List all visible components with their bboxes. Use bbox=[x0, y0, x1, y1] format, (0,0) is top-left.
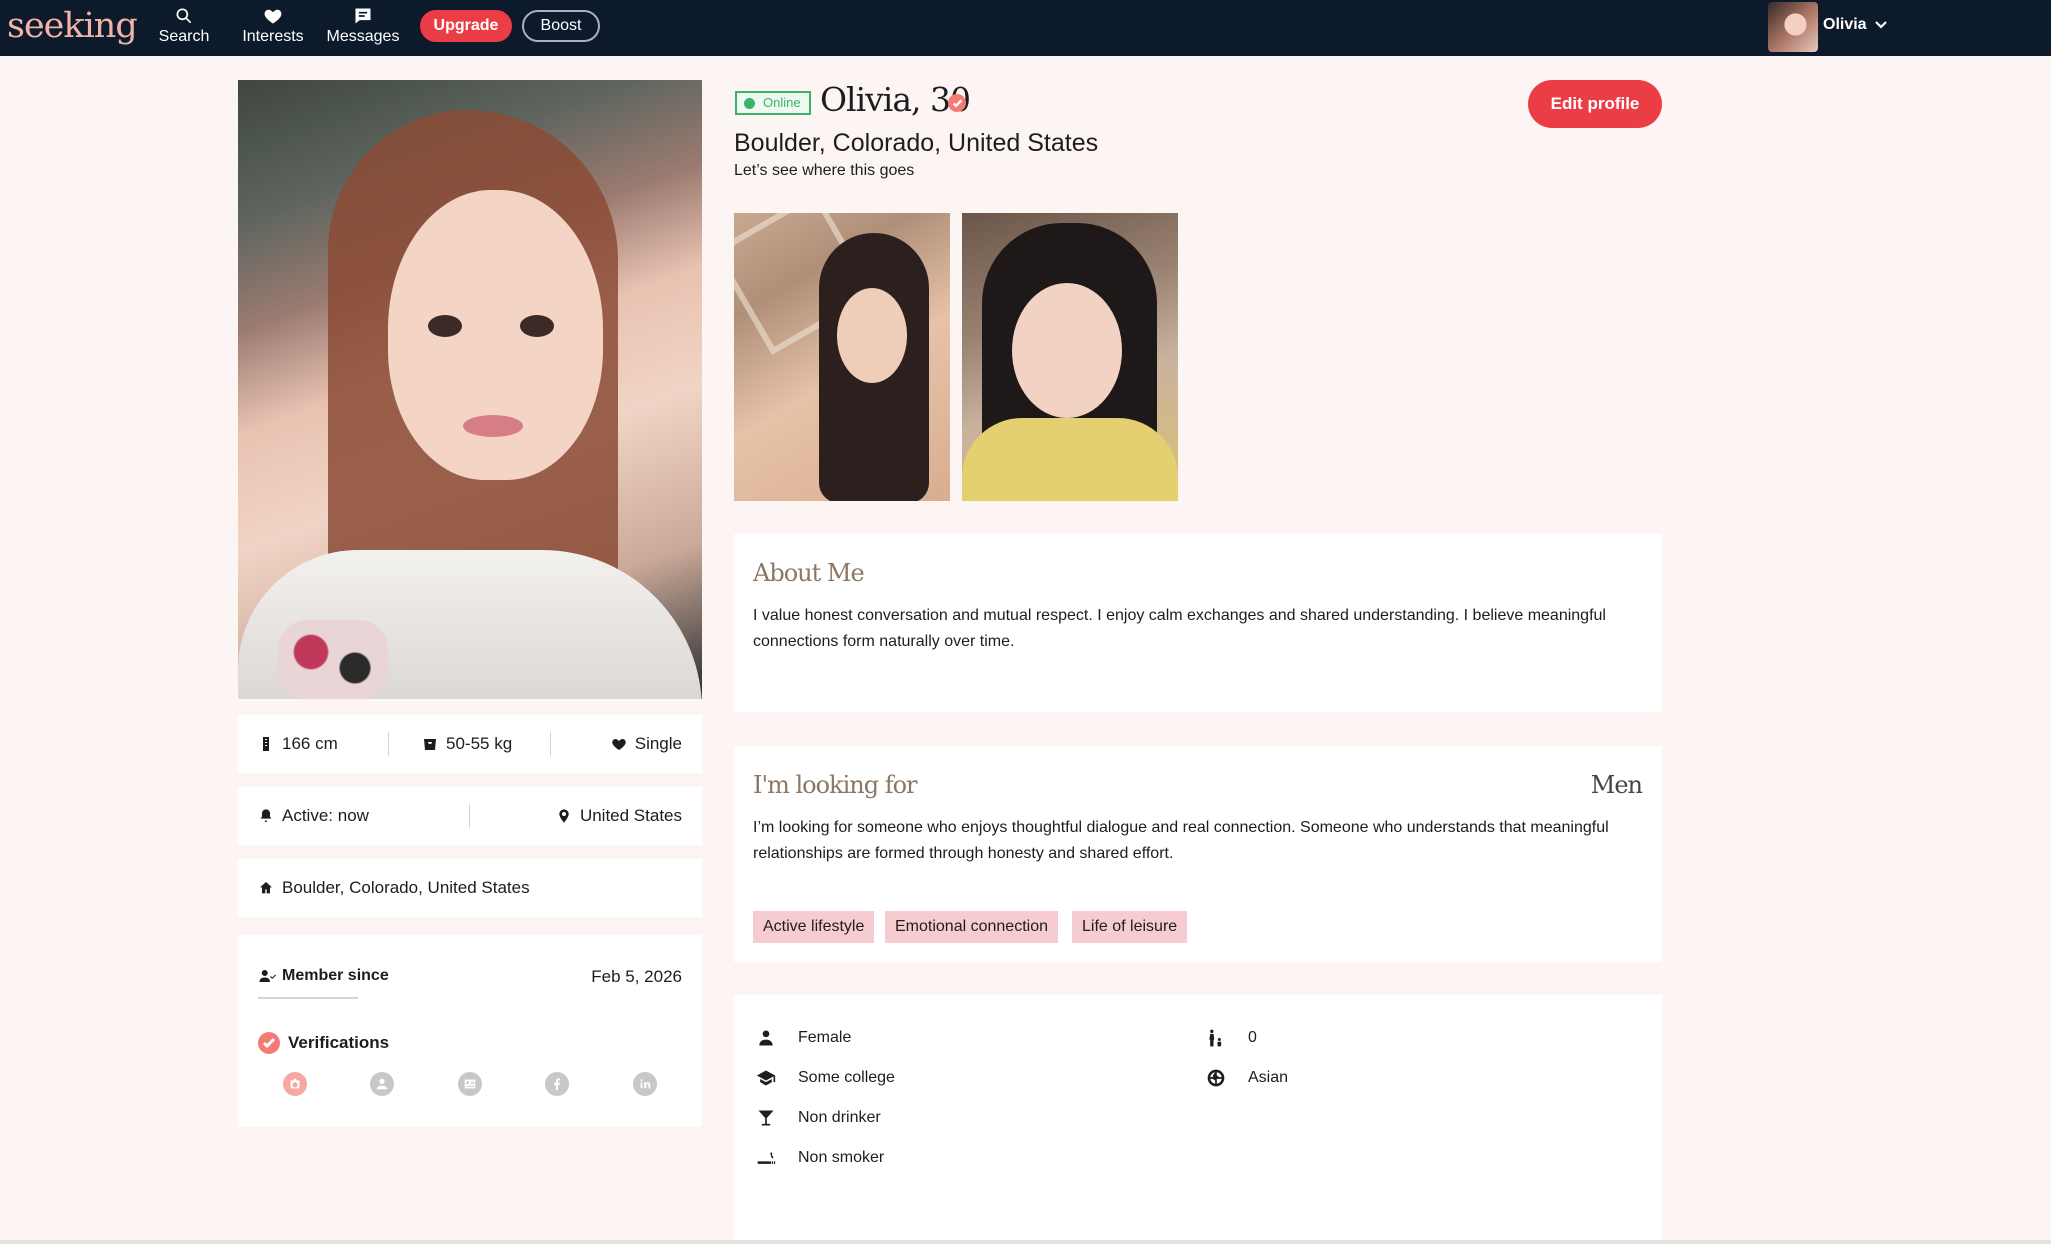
chevron-down-icon[interactable] bbox=[1874, 17, 1888, 31]
heart-icon bbox=[228, 5, 318, 27]
detail-smoking: Non smoker bbox=[756, 1148, 884, 1168]
about-me-card: About Me I value honest conversation and… bbox=[734, 534, 1662, 712]
message-icon bbox=[318, 5, 408, 27]
detail-education: Some college bbox=[756, 1068, 895, 1088]
photo-verification-icon[interactable] bbox=[283, 1072, 307, 1096]
verified-check-icon bbox=[948, 94, 966, 112]
tag-active-lifestyle[interactable]: Active lifestyle bbox=[753, 911, 875, 943]
seeking-logo[interactable]: seeking bbox=[7, 6, 138, 46]
cigarette-icon bbox=[757, 1152, 776, 1164]
nav-messages-label: Messages bbox=[326, 28, 400, 45]
detail-smoking-value: Non smoker bbox=[798, 1149, 885, 1166]
weight-value: 50-55 kg bbox=[446, 734, 513, 753]
linkedin-icon[interactable] bbox=[633, 1072, 657, 1096]
tag-life-of-leisure[interactable]: Life of leisure bbox=[1072, 911, 1188, 943]
member-since-date: Feb 5, 2026 bbox=[591, 967, 682, 986]
looking-for-title: I'm looking for bbox=[753, 771, 918, 799]
activity-card: Active: now United States bbox=[238, 787, 702, 845]
online-status-badge: Online bbox=[735, 91, 811, 115]
height-stat: 166 cm bbox=[258, 734, 338, 754]
home-stat: Boulder, Colorado, United States bbox=[258, 878, 530, 898]
upgrade-button[interactable]: Upgrade bbox=[420, 10, 512, 42]
nav-interests[interactable]: Interests bbox=[228, 5, 318, 47]
membership-card: Member since Feb 5, 2026 Verifications bbox=[238, 935, 702, 1127]
about-me-title: About Me bbox=[753, 559, 865, 587]
member-icon bbox=[259, 970, 276, 982]
nav-messages[interactable]: Messages bbox=[318, 5, 408, 47]
home-location-card: Boulder, Colorado, United States bbox=[238, 859, 702, 917]
location-pin-icon bbox=[559, 809, 569, 823]
height-value: 166 cm bbox=[282, 734, 338, 753]
ruler-icon bbox=[263, 737, 269, 751]
detail-ethnicity: Asian bbox=[1206, 1068, 1288, 1088]
verifications-label: Verifications bbox=[258, 1032, 389, 1054]
divider bbox=[469, 804, 470, 828]
detail-gender: Female bbox=[756, 1028, 851, 1048]
profile-location: Boulder, Colorado, United States bbox=[734, 129, 1099, 157]
home-icon bbox=[260, 882, 272, 894]
scale-icon bbox=[424, 739, 436, 750]
country-value: United States bbox=[579, 806, 682, 825]
active-value: Active: now bbox=[282, 806, 369, 825]
detail-drinking: Non drinker bbox=[756, 1108, 881, 1128]
detail-education-value: Some college bbox=[798, 1069, 895, 1086]
nav-search-label: Search bbox=[158, 28, 210, 45]
page-bottom-border bbox=[0, 1240, 2051, 1244]
cocktail-glass-icon bbox=[758, 1110, 774, 1126]
photo-shirt-print bbox=[278, 620, 388, 699]
verified-check-icon bbox=[258, 1032, 280, 1054]
nav-search[interactable]: Search bbox=[139, 5, 229, 47]
looking-for-text: I’m looking for someone who enjoys thoug… bbox=[753, 819, 1609, 862]
detail-children: 0 bbox=[1206, 1028, 1257, 1048]
looking-for-gender: Men bbox=[1590, 771, 1643, 799]
top-navigation-bar: seeking Search Interests Messages Upgrad… bbox=[0, 0, 2051, 56]
thumb-shirt bbox=[962, 418, 1178, 501]
relationship-value: Single bbox=[634, 734, 682, 753]
weight-stat: 50-55 kg bbox=[422, 734, 512, 754]
looking-for-card: I'm looking for Men I’m looking for some… bbox=[734, 746, 1662, 962]
gallery-photo-1[interactable] bbox=[734, 213, 950, 501]
about-me-text: I value honest conversation and mutual r… bbox=[753, 607, 1606, 650]
main-profile-photo[interactable] bbox=[238, 80, 702, 699]
id-verification-icon[interactable] bbox=[458, 1072, 482, 1096]
user-name: Olivia bbox=[1823, 16, 1867, 33]
gallery-photo-2[interactable] bbox=[962, 213, 1178, 501]
person-icon bbox=[759, 1030, 773, 1046]
detail-drinking-value: Non drinker bbox=[798, 1109, 881, 1126]
profile-tagline: Let’s see where this goes bbox=[734, 162, 915, 179]
thumb-face bbox=[837, 288, 907, 383]
photo-eye-right bbox=[520, 315, 554, 337]
nav-interests-label: Interests bbox=[242, 28, 304, 45]
bell-icon bbox=[260, 809, 272, 822]
home-value: Boulder, Colorado, United States bbox=[282, 878, 530, 897]
thumb-face bbox=[1012, 283, 1122, 418]
profile-verification-icon[interactable] bbox=[370, 1072, 394, 1096]
details-card: Female Some college Non drinker Non smok… bbox=[734, 995, 1662, 1240]
body-stats-card: 166 cm 50-55 kg Single bbox=[238, 715, 702, 773]
globe-icon bbox=[1207, 1069, 1225, 1087]
detail-gender-value: Female bbox=[798, 1029, 852, 1046]
divider bbox=[388, 732, 389, 756]
avatar[interactable] bbox=[1768, 2, 1818, 52]
tag-emotional-connection[interactable]: Emotional connection bbox=[885, 911, 1058, 943]
member-since-text: Member since bbox=[282, 967, 389, 984]
search-icon bbox=[139, 5, 229, 27]
detail-ethnicity-value: Asian bbox=[1248, 1069, 1289, 1086]
verifications-text: Verifications bbox=[288, 1033, 390, 1052]
edit-profile-button[interactable]: Edit profile bbox=[1528, 80, 1662, 128]
facebook-icon[interactable] bbox=[545, 1072, 569, 1096]
parent-child-icon bbox=[1209, 1029, 1222, 1047]
photo-eye-left bbox=[428, 315, 462, 337]
divider bbox=[550, 732, 551, 756]
boost-button[interactable]: Boost bbox=[522, 10, 600, 42]
heart-icon bbox=[612, 739, 626, 750]
graduation-cap-icon bbox=[756, 1070, 776, 1086]
country-stat: United States bbox=[556, 806, 682, 826]
member-since-label: Member since bbox=[258, 967, 389, 985]
relationship-stat: Single bbox=[611, 734, 682, 754]
active-stat: Active: now bbox=[258, 806, 369, 826]
photo-lips bbox=[463, 415, 523, 437]
detail-children-value: 0 bbox=[1248, 1029, 1257, 1046]
member-underline bbox=[258, 997, 358, 999]
